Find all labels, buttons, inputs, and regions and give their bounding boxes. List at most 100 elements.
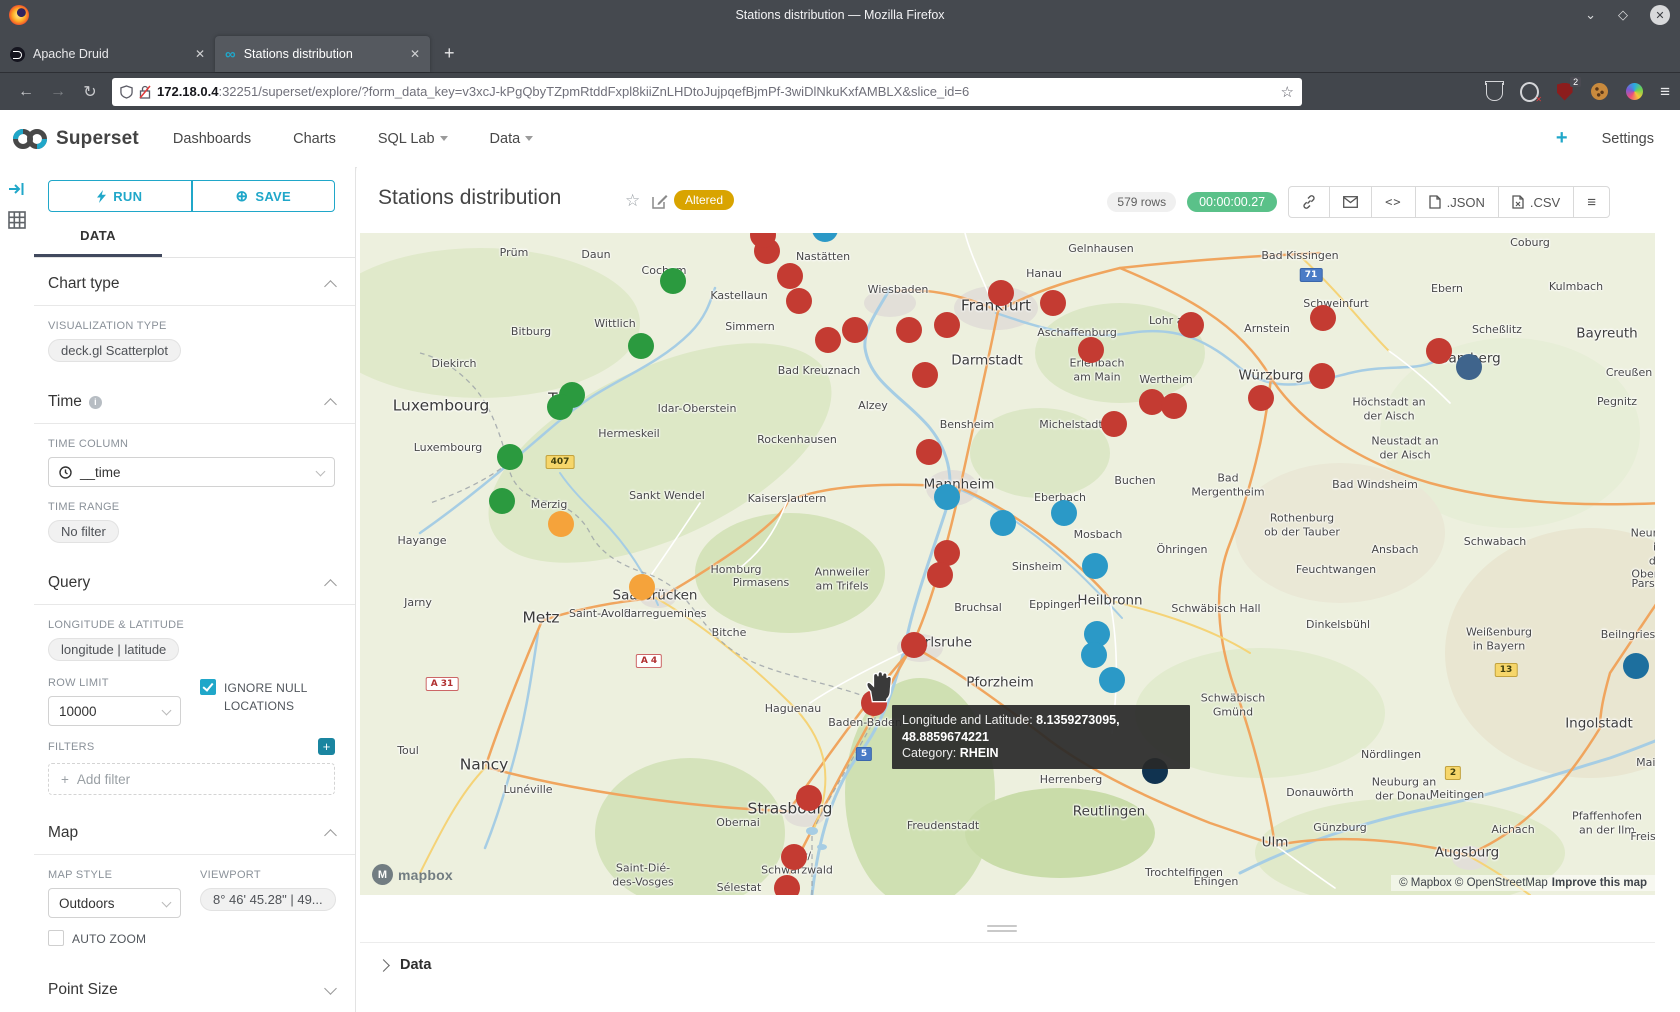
checkbox-checked-icon[interactable]: [200, 679, 216, 695]
embed-code-button[interactable]: <>: [1372, 187, 1415, 217]
altered-badge[interactable]: Altered: [674, 190, 734, 210]
tab-data[interactable]: DATA: [34, 228, 162, 257]
map-point[interactable]: [777, 263, 803, 289]
collapse-panel-icon[interactable]: [8, 181, 26, 197]
map-style-select[interactable]: Outdoors: [48, 888, 181, 918]
map-point[interactable]: [1040, 290, 1066, 316]
section-query[interactable]: Query: [48, 557, 335, 604]
map-point[interactable]: [774, 875, 800, 895]
ublock-extension-icon[interactable]: 2: [1555, 82, 1574, 101]
map-point[interactable]: [489, 488, 515, 514]
map-point[interactable]: [1082, 553, 1108, 579]
auto-zoom-checkbox-row[interactable]: AUTO ZOOM: [48, 930, 200, 948]
row-limit-select[interactable]: 10000: [48, 696, 181, 726]
ignore-null-checkbox-row[interactable]: IGNORE NULL LOCATIONS: [200, 679, 335, 715]
map-point[interactable]: [1051, 500, 1077, 526]
insecure-lock-icon[interactable]: [139, 85, 151, 99]
map-point[interactable]: [990, 510, 1016, 536]
tab-apache-druid[interactable]: Apache Druid ✕: [0, 36, 215, 72]
map-point[interactable]: [497, 444, 523, 470]
section-chart-type[interactable]: Chart type: [48, 258, 335, 305]
export-csv-button[interactable]: .CSV: [1499, 187, 1574, 217]
map-point[interactable]: [1248, 385, 1274, 411]
favorite-star-icon[interactable]: ☆: [625, 191, 640, 211]
section-point-size[interactable]: Point Size: [48, 964, 335, 1011]
map-point[interactable]: [1161, 393, 1187, 419]
map-point[interactable]: [815, 327, 841, 353]
url-field[interactable]: 172.18.0.4:32251/superset/explore/?form_…: [112, 78, 1302, 106]
datasource-grid-icon[interactable]: [8, 211, 26, 229]
settings-menu[interactable]: Settings: [1602, 131, 1654, 147]
map-point[interactable]: [628, 333, 654, 359]
data-collapse-panel[interactable]: Data: [379, 957, 431, 973]
maximize-icon[interactable]: ◇: [1618, 7, 1628, 23]
pinwheel-extension-icon[interactable]: [1625, 82, 1644, 101]
improve-map-link[interactable]: Improve this map: [1552, 877, 1647, 889]
map-point[interactable]: [912, 362, 938, 388]
new-tab-button[interactable]: +: [444, 43, 455, 64]
cookie-extension-icon[interactable]: [1590, 82, 1609, 101]
back-icon[interactable]: ←: [10, 83, 42, 101]
export-json-button[interactable]: .JSON: [1416, 187, 1499, 217]
tab-close-icon[interactable]: ✕: [410, 47, 420, 61]
time-range-value[interactable]: No filter: [48, 520, 119, 543]
email-button[interactable]: [1330, 187, 1372, 217]
map-point[interactable]: [934, 312, 960, 338]
chart-menu-button[interactable]: ≡: [1574, 187, 1609, 217]
tab-close-icon[interactable]: ✕: [195, 47, 205, 61]
map-point[interactable]: [842, 317, 868, 343]
nav-dashboards[interactable]: Dashboards: [173, 131, 251, 147]
checkbox-unchecked-icon[interactable]: [48, 930, 64, 946]
map-point[interactable]: [901, 632, 927, 658]
map-point[interactable]: [1310, 305, 1336, 331]
map-point[interactable]: [896, 317, 922, 343]
section-time[interactable]: Timei: [48, 376, 335, 423]
map-point[interactable]: [1426, 338, 1452, 364]
nav-sql-lab[interactable]: SQL Lab: [378, 131, 448, 147]
bookmark-star-icon[interactable]: ☆: [1281, 83, 1294, 101]
save-button[interactable]: ⊕ SAVE: [192, 180, 336, 212]
mapbox-logo[interactable]: M mapbox: [372, 864, 453, 885]
map-point[interactable]: [1178, 312, 1204, 338]
section-map[interactable]: Map: [48, 807, 335, 854]
map-point[interactable]: [796, 785, 822, 811]
share-link-button[interactable]: [1289, 187, 1330, 217]
add-filter-box[interactable]: + Add filter: [48, 763, 335, 795]
map-point[interactable]: [1623, 653, 1649, 679]
tab-stations-distribution[interactable]: ∞ Stations distribution ✕: [215, 36, 430, 72]
map-point[interactable]: [1456, 354, 1482, 380]
nav-data[interactable]: Data: [490, 131, 534, 147]
shield-check-extension-icon[interactable]: [1485, 82, 1504, 101]
map-point[interactable]: [1309, 363, 1335, 389]
map-point[interactable]: [1099, 667, 1125, 693]
map-point[interactable]: [1101, 411, 1127, 437]
resize-handle[interactable]: [987, 925, 1017, 935]
lonlat-value[interactable]: longitude | latitude: [48, 638, 179, 661]
map-point[interactable]: [660, 268, 686, 294]
map-point[interactable]: [1081, 642, 1107, 668]
map-point[interactable]: [786, 288, 812, 314]
add-new-button[interactable]: +: [1556, 127, 1568, 150]
viz-type-value[interactable]: deck.gl Scatterplot: [48, 339, 181, 362]
close-icon[interactable]: ✕: [1650, 5, 1670, 25]
viewport-value[interactable]: 8° 46' 45.28" | 49...: [200, 888, 336, 911]
edit-icon[interactable]: [652, 193, 668, 209]
attribution-text[interactable]: © Mapbox © OpenStreetMap: [1399, 877, 1548, 889]
reload-icon[interactable]: ↻: [74, 82, 106, 102]
superset-brand[interactable]: Superset: [12, 127, 139, 151]
map-point[interactable]: [927, 562, 953, 588]
map-point[interactable]: [547, 394, 573, 420]
map-point[interactable]: [781, 844, 807, 870]
deckgl-map[interactable]: PrümDaunCochemNastättenGelnhausenBad Kis…: [360, 233, 1655, 895]
browser-menu-icon[interactable]: ≡: [1660, 82, 1670, 102]
forward-icon[interactable]: →: [42, 83, 74, 101]
tracking-shield-icon[interactable]: [120, 85, 133, 99]
map-point[interactable]: [988, 280, 1014, 306]
map-point[interactable]: [934, 484, 960, 510]
run-button[interactable]: RUN: [48, 180, 192, 212]
map-point[interactable]: [1078, 337, 1104, 363]
mask-extension-icon[interactable]: [1520, 82, 1539, 101]
map-point[interactable]: [548, 511, 574, 537]
map-point[interactable]: [916, 439, 942, 465]
map-point[interactable]: [629, 574, 655, 600]
